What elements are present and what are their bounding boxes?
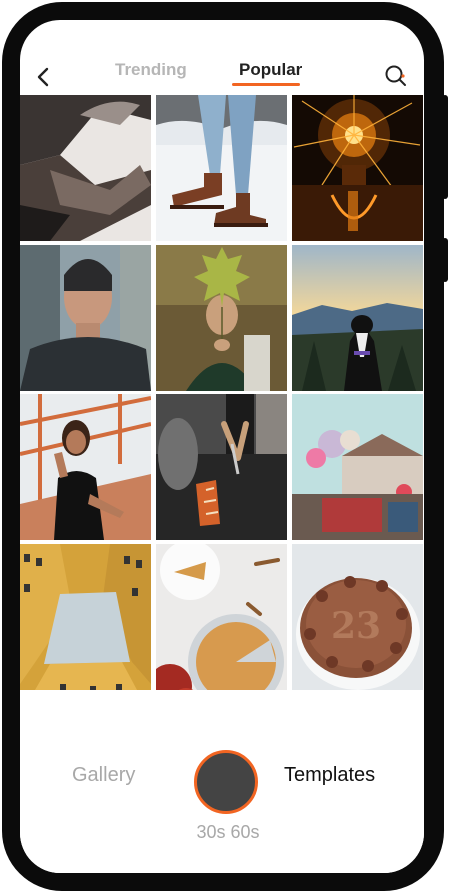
grid-tile[interactable] — [20, 95, 151, 241]
grid-tile[interactable] — [20, 394, 151, 540]
grill-photo — [156, 394, 287, 540]
grid-tile[interactable] — [20, 245, 151, 391]
top-bar: Trending Popular — [20, 20, 424, 95]
templates-button[interactable]: Templates — [284, 764, 375, 787]
tab-trending[interactable]: Trending — [115, 60, 187, 80]
grid-tile[interactable]: 23 — [292, 544, 423, 690]
yellow-courtyard-photo — [20, 544, 151, 690]
boots-snow-photo — [156, 95, 287, 241]
grid-tile[interactable] — [156, 95, 287, 241]
cake-number: 23 — [331, 605, 381, 647]
record-button[interactable] — [194, 750, 258, 814]
volume-button — [442, 238, 448, 282]
rock-photo — [20, 95, 151, 241]
grid-tile[interactable] — [292, 95, 423, 241]
grid-tile[interactable] — [292, 245, 423, 391]
screen: Trending Popular 23 Gallery Templates 30… — [20, 20, 424, 873]
search-icon[interactable] — [384, 64, 408, 88]
bottom-bar: Gallery Templates 30s 60s — [20, 716, 424, 873]
active-tab-indicator — [232, 83, 300, 86]
fire-spin-photo — [292, 95, 423, 241]
dog-mountain-photo — [292, 245, 423, 391]
grid-tile[interactable] — [156, 544, 287, 690]
duration-options[interactable]: 30s 60s — [194, 822, 262, 843]
maple-leaf-photo — [156, 245, 287, 391]
grid-tile[interactable] — [156, 245, 287, 391]
gallery-button[interactable]: Gallery — [72, 764, 135, 787]
grid-tile[interactable] — [292, 394, 423, 540]
pie-photo — [156, 544, 287, 690]
chevron-left-icon[interactable] — [33, 66, 55, 88]
chocolate-cake-photo: 23 — [292, 544, 423, 690]
power-button — [442, 95, 448, 199]
photo-grid: 23 — [20, 95, 424, 716]
balloons-street-photo — [292, 394, 423, 540]
haircut-photo — [20, 245, 151, 391]
grid-tile[interactable] — [20, 544, 151, 690]
grid-tile[interactable] — [156, 394, 287, 540]
woman-bridge-photo — [20, 394, 151, 540]
tab-popular[interactable]: Popular — [239, 60, 302, 80]
